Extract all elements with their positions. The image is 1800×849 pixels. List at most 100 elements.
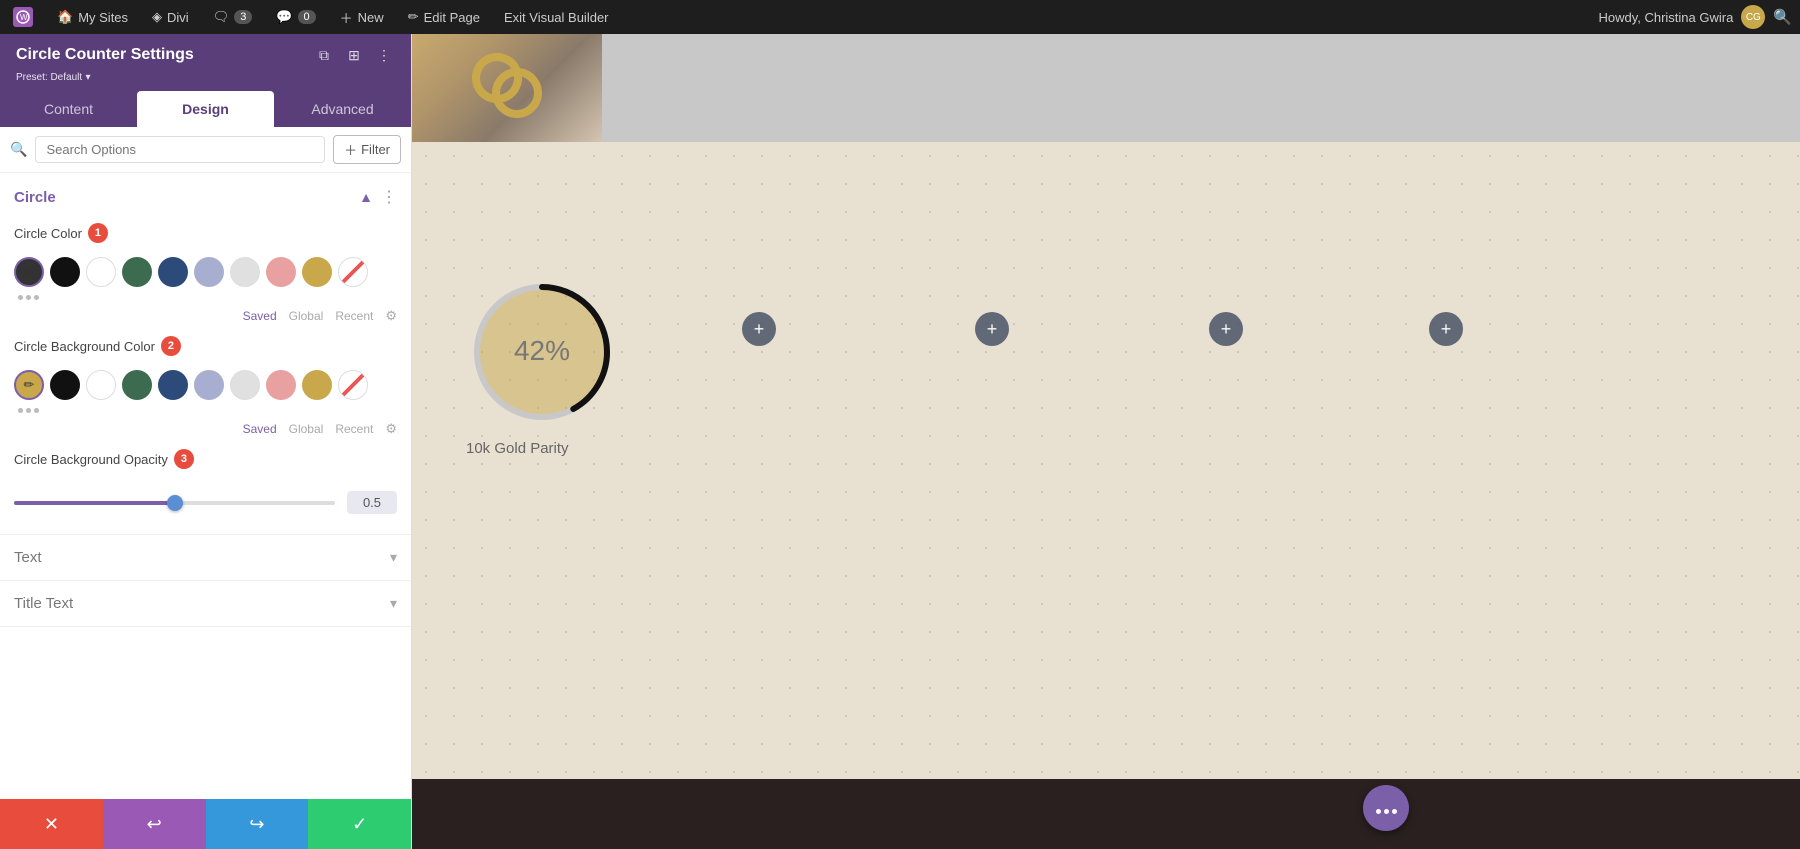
cancel-button[interactable]: ✕ (0, 799, 103, 849)
bg-swatch-gold[interactable] (302, 370, 332, 400)
circle-more-icon[interactable]: ⋮ (381, 187, 397, 207)
text-section: Text ▾ (0, 535, 411, 581)
filter-button[interactable]: ＋ Filter (333, 135, 401, 164)
bg-swatch-white[interactable] (86, 370, 116, 400)
circle-color-picker[interactable] (14, 257, 44, 287)
bg-swatch-red-slash[interactable] (338, 370, 368, 400)
add-button-1[interactable]: + (742, 312, 776, 346)
circle-bg-color-field: Circle Background Color 2 (0, 330, 411, 370)
opacity-slider-thumb[interactable] (167, 495, 183, 511)
wp-logo-icon: W (13, 7, 33, 27)
save-button[interactable]: ✓ (308, 799, 411, 849)
circle-section-header[interactable]: Circle ▲ ⋮ (0, 173, 411, 217)
bg-swatch-dark-green[interactable] (122, 370, 152, 400)
cancel-icon: ✕ (44, 814, 59, 835)
circle-color-gear-icon[interactable]: ⚙ (385, 308, 397, 324)
swatch-lavender[interactable] (194, 257, 224, 287)
my-sites-item[interactable]: 🏠 My Sites (52, 7, 133, 27)
swatch-gold[interactable] (302, 257, 332, 287)
redo-button[interactable]: ↪ (206, 799, 309, 849)
preset-chevron: ▾ (86, 72, 91, 83)
bg-swatch-light-gray[interactable] (230, 370, 260, 400)
bg-more-swatches-btn[interactable] (14, 406, 43, 415)
opacity-slider-row: 0.5 (0, 483, 411, 522)
exit-visual-builder-item[interactable]: Exit Visual Builder (499, 8, 614, 27)
circle-bg-color-swatches (0, 370, 411, 419)
swatch-red-slash[interactable] (338, 257, 368, 287)
comments-item[interactable]: 🗨 3 (208, 7, 258, 27)
fab-dots-icon (1374, 798, 1398, 819)
opacity-slider-track[interactable] (14, 501, 335, 505)
divi-item[interactable]: ◈ Divi (147, 7, 194, 27)
home-icon: 🏠 (57, 9, 73, 25)
swatch-dark-blue[interactable] (158, 257, 188, 287)
circle-color-global[interactable]: Global (289, 309, 324, 323)
circle-color-saved[interactable]: Saved (243, 309, 277, 323)
title-text-section-chevron-icon[interactable]: ▾ (390, 595, 397, 612)
maximize-icon[interactable]: ⧉ (313, 44, 335, 66)
bg-swatch-black[interactable] (50, 370, 80, 400)
panel-title: Circle Counter Settings (16, 46, 194, 64)
svg-text:W: W (20, 13, 28, 22)
circle-bg-opacity-badge: 3 (174, 449, 194, 469)
add-button-4[interactable]: + (1429, 312, 1463, 346)
circle-bg-color-recent[interactable]: Recent (335, 422, 373, 436)
circle-bg-color-saved[interactable]: Saved (243, 422, 277, 436)
canvas-footer (412, 779, 1800, 849)
divi-icon: ◈ (152, 9, 162, 25)
exit-vb-label: Exit Visual Builder (504, 10, 609, 25)
search-icon[interactable]: 🔍 (1773, 8, 1792, 26)
circle-bg-color-gear-icon[interactable]: ⚙ (385, 421, 397, 437)
swatch-dark-green[interactable] (122, 257, 152, 287)
svg-text:42%: 42% (514, 335, 570, 366)
circle-counter-widget[interactable]: 42% 10k Gold Parity (462, 272, 622, 457)
more-swatches-btn[interactable] (14, 293, 43, 302)
new-item[interactable]: ＋ New (335, 6, 389, 29)
chat-icon: 💬 (276, 9, 292, 25)
circle-collapse-icon[interactable]: ▲ (359, 189, 373, 205)
add-icon-1: + (754, 319, 765, 340)
chat-item[interactable]: 💬 0 (271, 7, 320, 27)
undo-button[interactable]: ↩ (103, 799, 206, 849)
circle-bg-color-global[interactable]: Global (289, 422, 324, 436)
circle-bg-color-meta: Saved Global Recent ⚙ (0, 419, 411, 443)
bg-swatch-pink[interactable] (266, 370, 296, 400)
circle-section-title: Circle (14, 189, 56, 206)
grid-icon[interactable]: ⊞ (343, 44, 365, 66)
search-row: 🔍 ＋ Filter (0, 127, 411, 173)
circle-color-recent[interactable]: Recent (335, 309, 373, 323)
text-section-header[interactable]: Text ▾ (0, 535, 411, 580)
tab-advanced[interactable]: Advanced (274, 91, 411, 127)
swatch-light-gray[interactable] (230, 257, 260, 287)
photo-strip (412, 34, 1800, 142)
plus-icon: ＋ (340, 8, 353, 27)
title-text-section-header[interactable]: Title Text ▾ (0, 581, 411, 626)
text-section-chevron-icon[interactable]: ▾ (390, 549, 397, 566)
settings-panel: Circle Counter Settings ⧉ ⊞ ⋮ Preset: De… (0, 34, 412, 849)
fab-button[interactable] (1363, 785, 1409, 831)
more-options-icon[interactable]: ⋮ (373, 44, 395, 66)
circle-donut: 42% (462, 272, 622, 432)
search-input[interactable] (35, 136, 325, 163)
bg-swatch-lavender[interactable] (194, 370, 224, 400)
swatch-pink[interactable] (266, 257, 296, 287)
add-icon-3: + (1221, 319, 1232, 340)
panel-header: Circle Counter Settings ⧉ ⊞ ⋮ Preset: De… (0, 34, 411, 91)
undo-icon: ↩ (147, 814, 162, 835)
swatch-white[interactable] (86, 257, 116, 287)
tab-content[interactable]: Content (0, 91, 137, 127)
swatch-black[interactable] (50, 257, 80, 287)
circle-bg-opacity-field: Circle Background Opacity 3 (0, 443, 411, 483)
tab-design[interactable]: Design (137, 91, 274, 127)
edit-page-item[interactable]: ✏ Edit Page (403, 7, 485, 27)
add-button-3[interactable]: + (1209, 312, 1243, 346)
filter-plus-icon: ＋ (344, 140, 357, 159)
avatar[interactable]: CG (1741, 5, 1765, 29)
preset-selector[interactable]: Preset: Default ▾ (16, 69, 395, 83)
circle-color-label: Circle Color (14, 226, 82, 241)
circle-bg-color-picker[interactable] (14, 370, 44, 400)
bg-swatch-dark-blue[interactable] (158, 370, 188, 400)
wp-logo-item[interactable]: W (8, 5, 38, 29)
add-button-2[interactable]: + (975, 312, 1009, 346)
user-greeting: Howdy, Christina Gwira (1598, 10, 1733, 25)
